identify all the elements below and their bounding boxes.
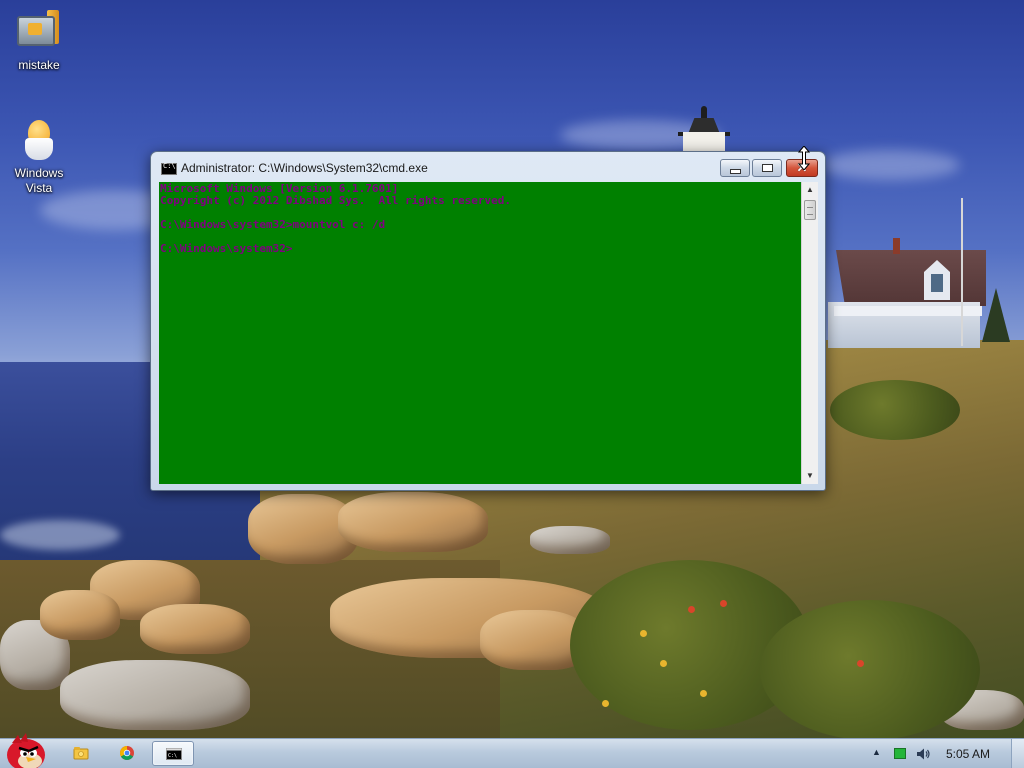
taskbar: C:\ ▲ 5:05 AM (0, 733, 1024, 768)
restore-icon (761, 164, 773, 172)
lighthouse-tip (701, 106, 707, 120)
sky-cloud (820, 150, 960, 180)
folder-icon (73, 747, 89, 760)
desktop-icon-windows-vista[interactable]: Windows Vista (0, 116, 78, 196)
vertical-scrollbar[interactable]: ▲ ▼ (801, 182, 818, 484)
console-icon[interactable] (161, 162, 177, 175)
angry-bird-start-icon[interactable] (2, 733, 48, 768)
resize-cursor-icon (798, 146, 810, 170)
maximize-button[interactable] (752, 159, 782, 177)
battery-icon[interactable] (894, 748, 906, 759)
desktop-icon-label: mistake (18, 58, 60, 72)
rock (530, 526, 610, 554)
volume-icon[interactable] (916, 747, 930, 761)
house-roof (836, 250, 986, 306)
house-window (931, 274, 943, 292)
chrome-icon (120, 746, 134, 760)
flower (640, 630, 647, 637)
rock (140, 604, 250, 654)
show-desktop-button[interactable] (1011, 739, 1024, 768)
scroll-up-arrow-icon[interactable]: ▲ (802, 182, 818, 198)
svg-text:C:\: C:\ (168, 753, 177, 759)
flower (688, 606, 695, 613)
flower (720, 600, 727, 607)
flower (700, 690, 707, 697)
house-chimney (893, 238, 900, 254)
taskbar-clock[interactable]: 5:05 AM (946, 747, 990, 761)
sea-wave (0, 520, 120, 550)
minimize-button[interactable] (720, 159, 750, 177)
house-trim (834, 306, 982, 316)
flower (602, 700, 609, 707)
taskbar-explorer[interactable] (61, 741, 101, 766)
desktop-icon-label: Windows Vista (14, 166, 64, 195)
flagpole (961, 198, 963, 346)
console-prompt[interactable]: C:\Windows\system32> (160, 243, 801, 255)
window-titlebar[interactable]: Administrator: C:\Windows\System32\cmd.e… (151, 152, 825, 182)
minimize-icon (729, 169, 741, 174)
pine-tree (982, 288, 1010, 342)
bush (760, 600, 980, 738)
scroll-thumb[interactable] (804, 200, 816, 220)
taskbar-cmd[interactable]: C:\ (152, 741, 194, 766)
rock (338, 492, 488, 552)
rock (60, 660, 250, 730)
computer-folder-icon (15, 8, 63, 56)
system-tray: ▲ 5:05 AM (864, 739, 1024, 768)
scroll-down-arrow-icon[interactable]: ▼ (802, 468, 818, 484)
lighthouse-body (683, 132, 725, 152)
show-hidden-icons-arrow-icon[interactable]: ▲ (872, 747, 881, 757)
egg-cup-icon (15, 116, 63, 164)
cmd-window[interactable]: Administrator: C:\Windows\System32\cmd.e… (150, 151, 826, 491)
console-output[interactable]: Microsoft Windows [Version 6.1.7601] Cop… (159, 182, 801, 484)
taskbar-chrome[interactable] (107, 741, 147, 766)
desktop-icon-mistake[interactable]: mistake (0, 8, 78, 73)
flower (660, 660, 667, 667)
console-icon: C:\ (166, 748, 182, 760)
console-line: C:\Windows\system32>mountvol c: /d (160, 218, 386, 231)
window-title: Administrator: C:\Windows\System32\cmd.e… (181, 161, 428, 175)
bush (830, 380, 960, 440)
rock (40, 590, 120, 640)
flower (857, 660, 864, 667)
console-line: Copyright (c) 2012 Dibshad Sys. All righ… (160, 194, 511, 207)
